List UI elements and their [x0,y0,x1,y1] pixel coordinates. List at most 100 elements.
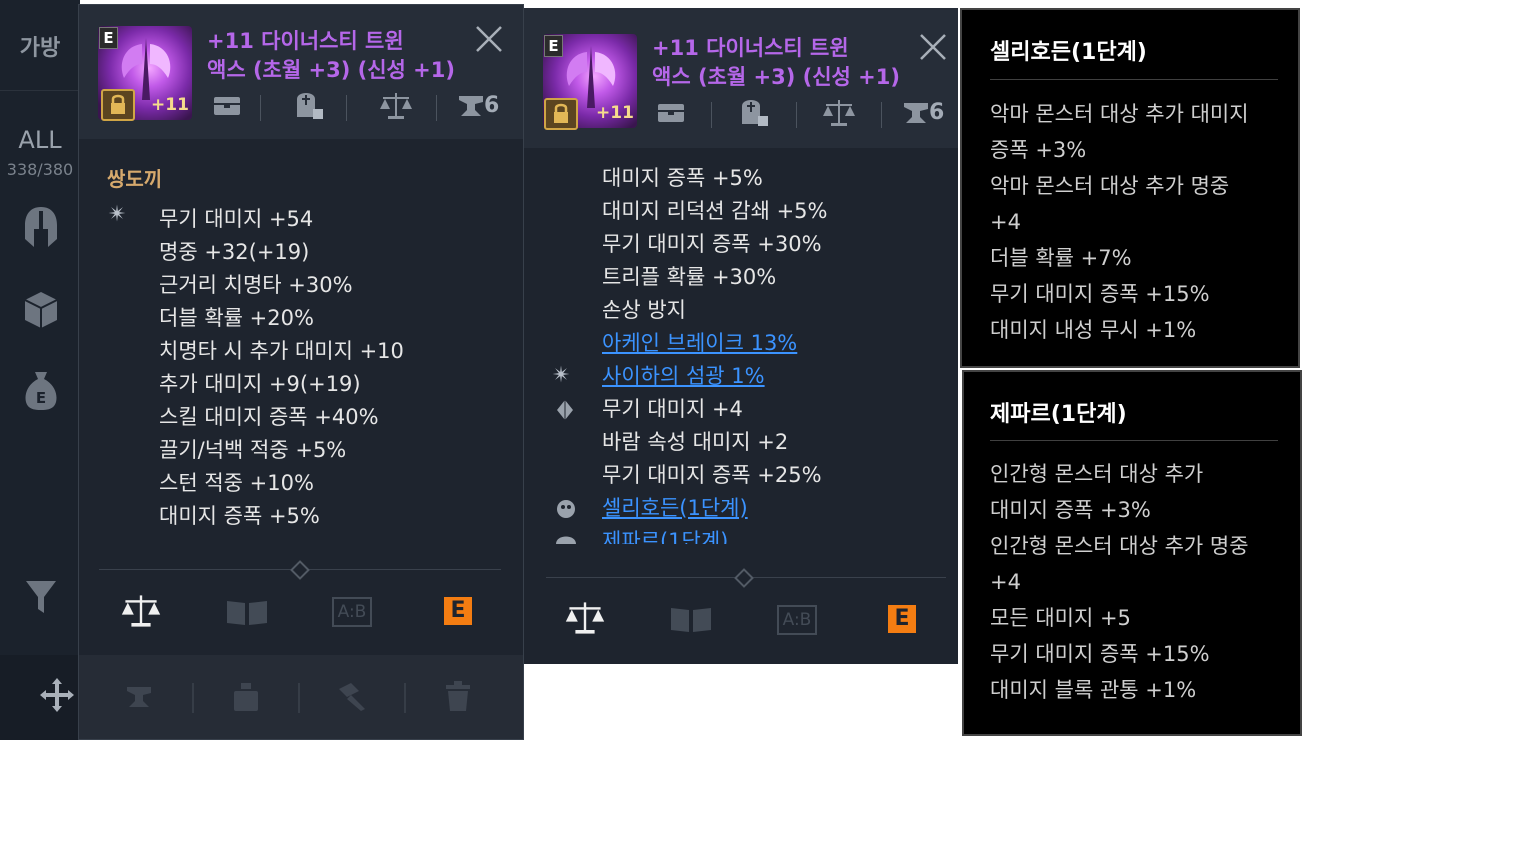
divider-diamond [734,568,754,588]
storage-box-icon[interactable] [212,93,242,119]
cube-icon[interactable] [22,288,60,332]
stat-line: 치명타 시 추가 대미지 +10 [159,339,404,363]
stat-line: 무기 대미지 증폭 +30% [602,232,822,256]
inventory-count: 338/380 [6,160,74,179]
tooltip-line: 무기 대미지 증폭 +15% [990,282,1210,306]
tooltip-line: 인간형 몬스터 대상 추가 명중 [990,534,1249,558]
filter-icon[interactable] [22,575,60,619]
svg-text:E: E [36,389,46,407]
tooltip-line: 대미지 증폭 +3% [990,498,1151,522]
tooltip-line: 악마 몬스터 대상 추가 대미지 [990,102,1249,126]
stat-line: 스턴 적중 +10% [159,471,314,495]
stat-line: 무기 대미지 +54 [159,207,314,231]
tooltip-divider [990,440,1278,441]
slot-count: 6 [484,93,500,118]
anvil-action-icon[interactable] [123,683,155,711]
grade-badge: E [99,27,118,49]
stat-line: 더블 확률 +20% [159,306,314,330]
anvil-icon [904,103,928,123]
stat-line: 트리플 확률 +30% [602,265,777,289]
lock-icon[interactable] [544,98,578,130]
item-name-line1: +11 다이너스티 트윈 [207,29,404,53]
compare-scale-icon[interactable] [564,600,606,636]
stat-line: 무기 대미지 +4 [602,397,743,421]
tooltip-line: 대미지 내성 무시 +1% [990,318,1197,342]
crystal-icon [557,400,573,420]
tooltip-title: 셀리호든(1단계) [990,40,1147,65]
book-icon[interactable] [669,604,713,634]
book-icon[interactable] [225,597,269,627]
stat-line: 손상 방지 [602,298,686,322]
spirit-icon [556,536,576,544]
balance-scale-icon[interactable] [379,91,413,121]
tombstone-icon[interactable] [293,89,327,121]
item-detail-panel-scrolled: E +11 +11 다이너스티 트윈 액스 (초월 +3) (신성 +1) 6 … [524,8,958,664]
tooltip-line: 더블 확률 +7% [990,246,1132,270]
stat-line: 바람 속성 대미지 +2 [602,430,789,454]
set-link-jepar[interactable]: 제파르(1단계) [602,525,942,544]
close-icon[interactable] [473,23,505,55]
grade-e-button[interactable]: E [888,605,916,633]
balance-scale-icon[interactable] [822,98,856,128]
stat-list: 무기 대미지 +54 명중 +32(+19) 근거리 치명타 +30% 더블 확… [159,203,404,533]
tooltip-title: 제파르(1단계) [990,402,1127,427]
action-divider [192,683,194,713]
item-name-line1: +11 다이너스티 트윈 [652,36,849,60]
tooltip-lines: 악마 몬스터 대상 추가 대미지 증폭 +3% 악마 몬스터 대상 추가 명중 … [990,96,1249,348]
move-icon[interactable] [38,676,76,714]
money-bag-icon[interactable]: E [22,368,60,412]
filter-all-tab[interactable]: ALL [0,126,80,154]
ab-compare-button[interactable]: A:B [777,605,817,635]
sparkle-icon: ✴ [552,363,571,388]
stat-line: 대미지 증폭 +5% [159,504,320,528]
divider-diamond [290,560,310,580]
item-category: 쌍도끼 [107,167,163,191]
stat-line: 대미지 증폭 +5% [602,166,763,190]
skill-link-saiha-flash[interactable]: 사이하의 섬광 1% [602,360,942,393]
enhance-level: +11 [596,103,634,123]
header-divider [711,102,712,128]
tooltip-lines: 인간형 몬스터 대상 추가 대미지 증폭 +3% 인간형 몬스터 대상 추가 명… [990,456,1249,708]
stat-line: 대미지 리덕션 감쇄 +5% [602,199,828,223]
tooltip-line: +4 [990,210,1021,234]
item-name-line2: 액스 (초월 +3) (신성 +1) [652,65,900,89]
tooltip-line: 모든 대미지 +5 [990,606,1131,630]
stat-line: 스킬 대미지 증폭 +40% [159,405,379,429]
slot-count: 6 [929,100,945,125]
item-name-line2: 액스 (초월 +3) (신성 +1) [207,58,455,82]
close-icon[interactable] [917,31,949,63]
grade-badge: E [544,35,563,57]
hammer-icon[interactable] [335,681,369,713]
action-divider [404,683,406,713]
stat-scroll-area[interactable]: 대미지 증폭 +5% 대미지 리덕션 감쇄 +5% 무기 대미지 증폭 +30%… [602,162,942,544]
tooltip-line: +4 [990,570,1021,594]
header-divider [346,95,347,121]
stat-line: 근거리 치명타 +30% [159,273,353,297]
helmet-icon[interactable] [22,205,60,249]
lock-icon[interactable] [101,89,135,121]
item-detail-panel: E +11 +11 다이너스티 트윈 액스 (초월 +3) (신성 +1) 6 … [78,4,524,740]
tombstone-icon[interactable] [738,96,772,128]
spirit-icon [557,500,575,518]
compare-scale-icon[interactable] [120,593,162,629]
storage-box-icon[interactable] [656,100,686,126]
header-divider [796,102,797,128]
set-link-selihoden[interactable]: 셀리호든(1단계) [602,492,942,525]
tooltip-line: 무기 대미지 증폭 +15% [990,642,1210,666]
action-divider [298,683,300,713]
tooltip-line: 악마 몬스터 대상 추가 명중 [990,174,1230,198]
stat-line: 추가 대미지 +9(+19) [159,372,361,396]
skill-link-arcane-break[interactable]: 아케인 브레이크 13% [602,327,942,360]
potion-icon[interactable] [231,681,261,713]
stat-line: 명중 +32(+19) [159,240,310,264]
anvil-icon [459,96,483,116]
header-divider [260,95,261,121]
sparkle-icon: ✴ [108,202,127,227]
grade-e-button[interactable]: E [444,597,472,625]
set-tooltip-selihoden: 셀리호든(1단계) 악마 몬스터 대상 추가 대미지 증폭 +3% 악마 몬스터… [960,8,1300,368]
trash-icon[interactable] [444,681,472,713]
ab-compare-button[interactable]: A:B [332,597,372,627]
tooltip-line: 인간형 몬스터 대상 추가 [990,462,1204,486]
sidebar-divider [0,90,80,91]
header-divider [881,102,882,128]
